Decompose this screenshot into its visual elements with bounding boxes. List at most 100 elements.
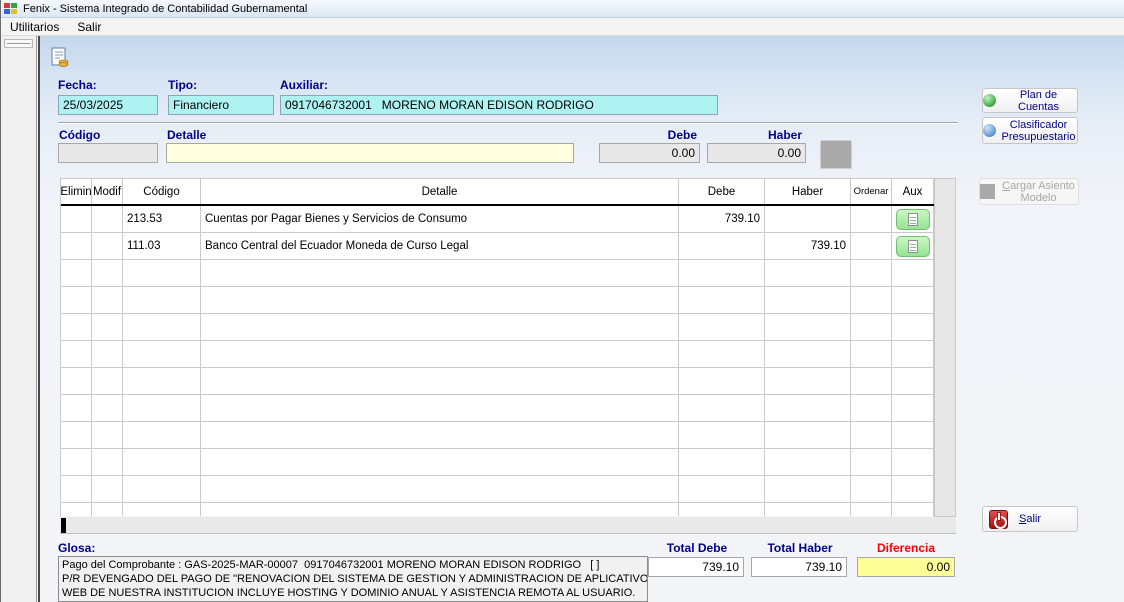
cell-elimin (61, 260, 92, 286)
cell-ordenar (851, 206, 892, 232)
cell-modif (92, 449, 123, 475)
aux-button[interactable] (896, 209, 930, 230)
clasificador-presupuestario-button[interactable]: Clasificador Presupuestario (982, 117, 1078, 144)
table-row[interactable] (61, 395, 934, 422)
green-sphere-icon (983, 94, 996, 107)
menu-utilitarios[interactable]: Utilitarios (1, 19, 68, 35)
cell-ordenar (851, 449, 892, 475)
glosa-label: Glosa: (58, 541, 95, 555)
entries-table-header: Elimin Modif Código Detalle Debe Haber O… (61, 179, 934, 206)
cell-ordenar (851, 503, 892, 516)
cell-modif (92, 260, 123, 286)
cell-aux (892, 395, 934, 421)
cell-haber (765, 260, 851, 286)
codigo-label: Código (59, 128, 100, 142)
entries-table-body: 213.53Cuentas por Pagar Bienes y Servici… (61, 206, 934, 516)
table-row[interactable] (61, 422, 934, 449)
cell-codigo (123, 314, 201, 340)
cell-elimin (61, 449, 92, 475)
aux-document-icon (908, 240, 918, 253)
cell-ordenar (851, 368, 892, 394)
table-row[interactable] (61, 260, 934, 287)
debe-label: Debe (601, 128, 697, 142)
cell-ordenar (851, 395, 892, 421)
plan-de-cuentas-button[interactable]: Plan de Cuentas (982, 88, 1078, 113)
voucher-coins-icon[interactable] (49, 47, 71, 69)
cell-debe (679, 395, 765, 421)
cell-aux (892, 476, 934, 502)
aux-button[interactable] (896, 236, 930, 257)
cell-modif (92, 503, 123, 516)
auxiliar-label: Auxiliar: (280, 78, 328, 92)
window-title: Fenix - Sistema Integrado de Contabilida… (23, 3, 307, 15)
cell-codigo (123, 368, 201, 394)
table-row[interactable] (61, 368, 934, 395)
cell-detalle (201, 476, 679, 502)
fecha-field[interactable]: 25/03/2025 (58, 95, 158, 115)
table-row[interactable] (61, 476, 934, 503)
blue-sphere-icon (983, 124, 996, 137)
glosa-line: P/R DEVENGADO DEL PAGO DE "RENOVACION DE… (62, 572, 644, 586)
glosa-textbox[interactable]: Pago del Comprobante : GAS-2025-MAR-0000… (58, 556, 648, 602)
auxiliar-field[interactable]: 0917046732001 MORENO MORAN EDISON RODRIG… (280, 95, 718, 115)
main-panel: Fecha: 25/03/2025 Tipo: Financiero Auxil… (38, 36, 1124, 602)
header-modif: Modif (92, 179, 123, 204)
detalle-field[interactable] (166, 143, 574, 163)
glosa-line: WEB DE NUESTRA INSTITUCION INCLUYE HOSTI… (62, 586, 644, 600)
tipo-field[interactable]: Financiero (168, 95, 274, 115)
debe-field: 0.00 (599, 143, 700, 163)
diferencia-field: 0.00 (857, 557, 955, 577)
cell-modif (92, 314, 123, 340)
header-ordenar: Ordenar (851, 179, 892, 204)
salir-button[interactable]: Salir (982, 506, 1078, 532)
cell-codigo (123, 260, 201, 286)
cell-detalle (201, 422, 679, 448)
cell-aux (892, 206, 934, 232)
table-vertical-scrollbar[interactable] (934, 178, 956, 517)
table-row[interactable] (61, 449, 934, 476)
cell-haber (765, 368, 851, 394)
cell-codigo (123, 287, 201, 313)
table-row[interactable] (61, 287, 934, 314)
cell-detalle: Banco Central del Ecuador Moneda de Curs… (201, 233, 679, 259)
sidebar-grip[interactable] (4, 39, 33, 48)
cell-aux (892, 287, 934, 313)
cell-codigo: 111.03 (123, 233, 201, 259)
header-detalle: Detalle (201, 179, 679, 204)
cell-haber (765, 476, 851, 502)
cell-elimin (61, 206, 92, 232)
cell-modif (92, 206, 123, 232)
cell-elimin (61, 476, 92, 502)
table-row[interactable]: 111.03Banco Central del Ecuador Moneda d… (61, 233, 934, 260)
table-row[interactable] (61, 314, 934, 341)
cell-codigo: 213.53 (123, 206, 201, 232)
haber-field: 0.00 (707, 143, 806, 163)
total-haber-label: Total Haber (751, 541, 849, 555)
table-row[interactable]: 213.53Cuentas por Pagar Bienes y Servici… (61, 206, 934, 233)
cell-haber (765, 206, 851, 232)
cell-detalle: Cuentas por Pagar Bienes y Servicios de … (201, 206, 679, 232)
haber-label: Haber (709, 128, 802, 142)
cell-elimin (61, 314, 92, 340)
cell-codigo (123, 503, 201, 516)
cell-debe (679, 476, 765, 502)
cell-debe (679, 233, 765, 259)
cell-aux (892, 260, 934, 286)
cell-ordenar (851, 341, 892, 367)
cell-elimin (61, 287, 92, 313)
cell-haber (765, 314, 851, 340)
menu-salir[interactable]: Salir (68, 19, 110, 35)
cell-detalle (201, 503, 679, 516)
cell-detalle (201, 287, 679, 313)
cell-detalle (201, 368, 679, 394)
cell-elimin (61, 368, 92, 394)
cell-debe (679, 503, 765, 516)
header-codigo: Código (123, 179, 201, 204)
cell-haber (765, 395, 851, 421)
table-row[interactable] (61, 503, 934, 516)
app-logo-icon (4, 3, 18, 15)
cell-elimin (61, 503, 92, 516)
cell-haber (765, 503, 851, 516)
table-horizontal-scrollbar[interactable] (60, 517, 956, 534)
table-row[interactable] (61, 341, 934, 368)
